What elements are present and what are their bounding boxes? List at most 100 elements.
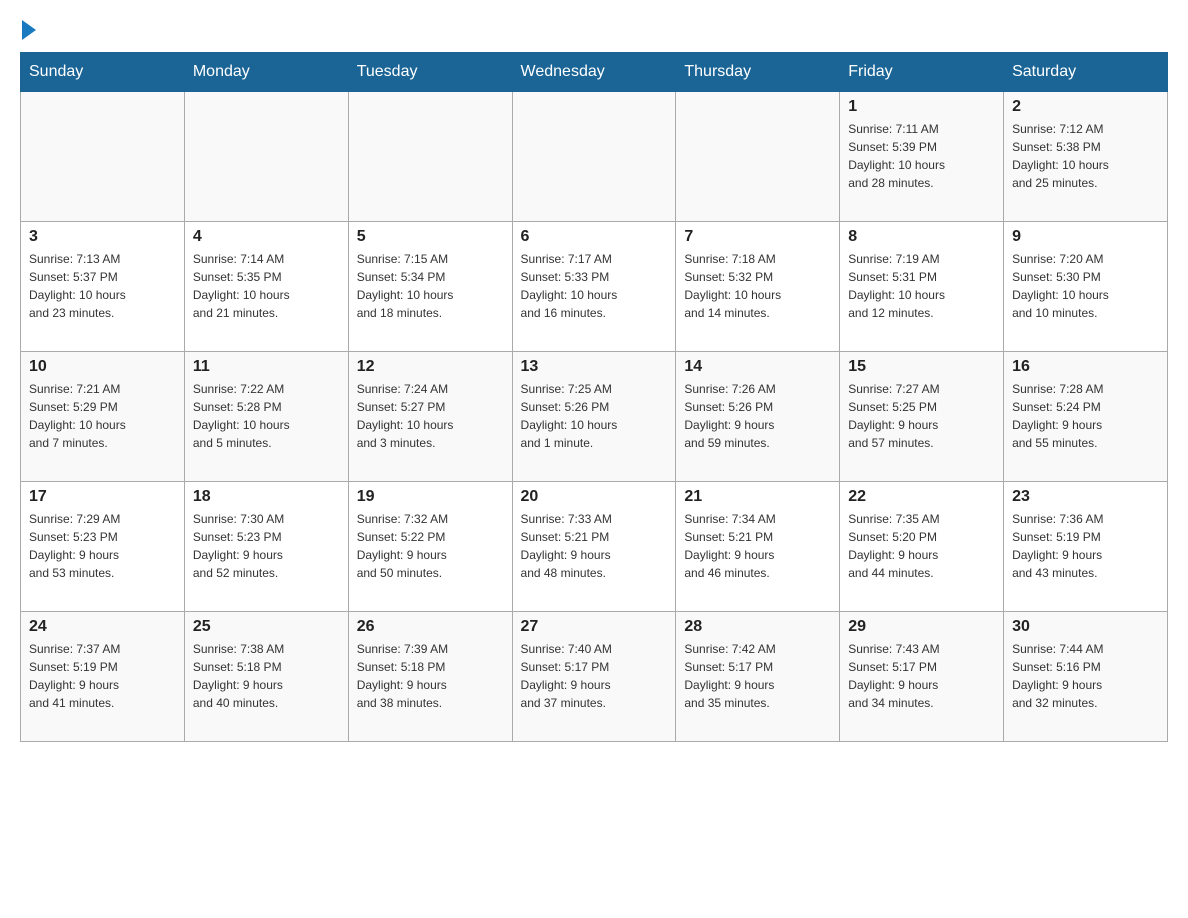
day-of-week-header: Friday (840, 53, 1004, 92)
day-number: 16 (1012, 358, 1159, 376)
day-info: Sunrise: 7:43 AMSunset: 5:17 PMDaylight:… (848, 640, 995, 712)
calendar-cell: 26 Sunrise: 7:39 AMSunset: 5:18 PMDayligh… (348, 612, 512, 742)
day-number: 4 (193, 228, 340, 246)
day-number: 26 (357, 618, 504, 636)
day-info: Sunrise: 7:29 AMSunset: 5:23 PMDaylight:… (29, 510, 176, 582)
calendar-cell: 4 Sunrise: 7:14 AMSunset: 5:35 PMDaylight… (184, 222, 348, 352)
day-number: 29 (848, 618, 995, 636)
day-number: 6 (521, 228, 668, 246)
calendar-cell (184, 92, 348, 222)
day-number: 12 (357, 358, 504, 376)
day-info: Sunrise: 7:35 AMSunset: 5:20 PMDaylight:… (848, 510, 995, 582)
day-number: 14 (684, 358, 831, 376)
day-info: Sunrise: 7:39 AMSunset: 5:18 PMDaylight:… (357, 640, 504, 712)
day-number: 7 (684, 228, 831, 246)
day-info: Sunrise: 7:20 AMSunset: 5:30 PMDaylight:… (1012, 250, 1159, 322)
page-header (20, 20, 1168, 42)
day-info: Sunrise: 7:40 AMSunset: 5:17 PMDaylight:… (521, 640, 668, 712)
day-info: Sunrise: 7:13 AMSunset: 5:37 PMDaylight:… (29, 250, 176, 322)
calendar-cell: 6 Sunrise: 7:17 AMSunset: 5:33 PMDaylight… (512, 222, 676, 352)
calendar-cell: 5 Sunrise: 7:15 AMSunset: 5:34 PMDaylight… (348, 222, 512, 352)
day-number: 24 (29, 618, 176, 636)
calendar-cell: 19Sunrise: 7:32 AMSunset: 5:22 PMDayligh… (348, 482, 512, 612)
calendar-cell (348, 92, 512, 222)
day-number: 13 (521, 358, 668, 376)
day-number: 5 (357, 228, 504, 246)
calendar-cell: 7 Sunrise: 7:18 AMSunset: 5:32 PMDaylight… (676, 222, 840, 352)
calendar-cell (512, 92, 676, 222)
calendar-cell: 22 Sunrise: 7:35 AMSunset: 5:20 PMDayligh… (840, 482, 1004, 612)
calendar-table: SundayMondayTuesdayWednesdayThursdayFrid… (20, 52, 1168, 742)
calendar-cell: 3 Sunrise: 7:13 AMSunset: 5:37 PMDaylight… (21, 222, 185, 352)
calendar-cell: 10Sunrise: 7:21 AMSunset: 5:29 PMDayligh… (21, 352, 185, 482)
day-of-week-header: Saturday (1004, 53, 1168, 92)
day-number: 20 (521, 488, 668, 506)
calendar-cell: 29 Sunrise: 7:43 AMSunset: 5:17 PMDayligh… (840, 612, 1004, 742)
calendar-header-row: SundayMondayTuesdayWednesdayThursdayFrid… (21, 53, 1168, 92)
day-info: Sunrise: 7:18 AMSunset: 5:32 PMDaylight:… (684, 250, 831, 322)
calendar-cell: 2 Sunrise: 7:12 AMSunset: 5:38 PMDaylight… (1004, 92, 1168, 222)
calendar-week-row: 17 Sunrise: 7:29 AMSunset: 5:23 PMDayligh… (21, 482, 1168, 612)
day-info: Sunrise: 7:19 AMSunset: 5:31 PMDaylight:… (848, 250, 995, 322)
day-number: 1 (848, 98, 995, 116)
calendar-cell: 17 Sunrise: 7:29 AMSunset: 5:23 PMDayligh… (21, 482, 185, 612)
day-info: Sunrise: 7:11 AMSunset: 5:39 PMDaylight:… (848, 120, 995, 192)
day-info: Sunrise: 7:36 AMSunset: 5:19 PMDaylight:… (1012, 510, 1159, 582)
calendar-cell: 15 Sunrise: 7:27 AMSunset: 5:25 PMDayligh… (840, 352, 1004, 482)
calendar-week-row: 1 Sunrise: 7:11 AMSunset: 5:39 PMDaylight… (21, 92, 1168, 222)
day-info: Sunrise: 7:37 AMSunset: 5:19 PMDaylight:… (29, 640, 176, 712)
day-info: Sunrise: 7:33 AMSunset: 5:21 PMDaylight:… (521, 510, 668, 582)
day-number: 11 (193, 358, 340, 376)
calendar-cell: 1 Sunrise: 7:11 AMSunset: 5:39 PMDaylight… (840, 92, 1004, 222)
day-number: 17 (29, 488, 176, 506)
day-info: Sunrise: 7:38 AMSunset: 5:18 PMDaylight:… (193, 640, 340, 712)
day-info: Sunrise: 7:15 AMSunset: 5:34 PMDaylight:… (357, 250, 504, 322)
day-number: 10 (29, 358, 176, 376)
calendar-week-row: 10Sunrise: 7:21 AMSunset: 5:29 PMDayligh… (21, 352, 1168, 482)
day-info: Sunrise: 7:28 AMSunset: 5:24 PMDaylight:… (1012, 380, 1159, 452)
calendar-week-row: 24 Sunrise: 7:37 AMSunset: 5:19 PMDayligh… (21, 612, 1168, 742)
day-number: 2 (1012, 98, 1159, 116)
calendar-cell: 21Sunrise: 7:34 AMSunset: 5:21 PMDayligh… (676, 482, 840, 612)
day-number: 21 (684, 488, 831, 506)
calendar-cell (21, 92, 185, 222)
day-info: Sunrise: 7:14 AMSunset: 5:35 PMDaylight:… (193, 250, 340, 322)
day-number: 22 (848, 488, 995, 506)
day-number: 23 (1012, 488, 1159, 506)
day-info: Sunrise: 7:30 AMSunset: 5:23 PMDaylight:… (193, 510, 340, 582)
day-info: Sunrise: 7:32 AMSunset: 5:22 PMDaylight:… (357, 510, 504, 582)
day-number: 28 (684, 618, 831, 636)
logo-triangle-icon (22, 20, 36, 40)
calendar-cell: 24 Sunrise: 7:37 AMSunset: 5:19 PMDayligh… (21, 612, 185, 742)
day-info: Sunrise: 7:17 AMSunset: 5:33 PMDaylight:… (521, 250, 668, 322)
calendar-cell: 28 Sunrise: 7:42 AMSunset: 5:17 PMDayligh… (676, 612, 840, 742)
calendar-cell: 11 Sunrise: 7:22 AMSunset: 5:28 PMDayligh… (184, 352, 348, 482)
day-info: Sunrise: 7:27 AMSunset: 5:25 PMDaylight:… (848, 380, 995, 452)
day-info: Sunrise: 7:42 AMSunset: 5:17 PMDaylight:… (684, 640, 831, 712)
day-number: 9 (1012, 228, 1159, 246)
day-number: 30 (1012, 618, 1159, 636)
logo (20, 20, 36, 42)
day-number: 18 (193, 488, 340, 506)
calendar-cell: 30Sunrise: 7:44 AMSunset: 5:16 PMDayligh… (1004, 612, 1168, 742)
day-number: 15 (848, 358, 995, 376)
calendar-cell: 9 Sunrise: 7:20 AMSunset: 5:30 PMDaylight… (1004, 222, 1168, 352)
day-number: 3 (29, 228, 176, 246)
day-info: Sunrise: 7:24 AMSunset: 5:27 PMDaylight:… (357, 380, 504, 452)
calendar-cell: 8 Sunrise: 7:19 AMSunset: 5:31 PMDaylight… (840, 222, 1004, 352)
calendar-week-row: 3 Sunrise: 7:13 AMSunset: 5:37 PMDaylight… (21, 222, 1168, 352)
day-info: Sunrise: 7:12 AMSunset: 5:38 PMDaylight:… (1012, 120, 1159, 192)
calendar-cell: 18 Sunrise: 7:30 AMSunset: 5:23 PMDayligh… (184, 482, 348, 612)
day-info: Sunrise: 7:26 AMSunset: 5:26 PMDaylight:… (684, 380, 831, 452)
day-of-week-header: Monday (184, 53, 348, 92)
day-number: 27 (521, 618, 668, 636)
day-info: Sunrise: 7:22 AMSunset: 5:28 PMDaylight:… (193, 380, 340, 452)
calendar-cell: 14 Sunrise: 7:26 AMSunset: 5:26 PMDayligh… (676, 352, 840, 482)
calendar-cell: 23 Sunrise: 7:36 AMSunset: 5:19 PMDayligh… (1004, 482, 1168, 612)
calendar-cell: 27 Sunrise: 7:40 AMSunset: 5:17 PMDayligh… (512, 612, 676, 742)
day-number: 8 (848, 228, 995, 246)
calendar-cell: 25Sunrise: 7:38 AMSunset: 5:18 PMDayligh… (184, 612, 348, 742)
day-of-week-header: Wednesday (512, 53, 676, 92)
day-of-week-header: Tuesday (348, 53, 512, 92)
calendar-cell: 13Sunrise: 7:25 AMSunset: 5:26 PMDayligh… (512, 352, 676, 482)
